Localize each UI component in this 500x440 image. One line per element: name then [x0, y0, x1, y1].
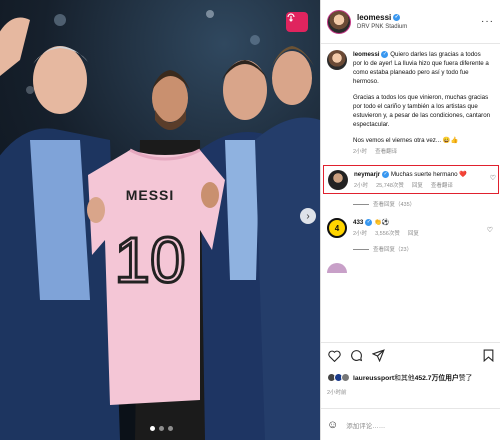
post-photo: MESSI 10 › — [0, 0, 320, 440]
action-bar — [321, 342, 500, 368]
caption-username[interactable]: leomessi — [353, 51, 379, 58]
comment-neymarjr: neymarjr ✓ Muchas suerte hermano ❤️ 2小时 2… — [323, 165, 499, 194]
author-avatar[interactable] — [327, 50, 347, 70]
jersey-number: 10 — [114, 224, 185, 296]
add-comment-bar: ☺ 添加评论…… — [321, 408, 500, 440]
add-comment-input[interactable]: 添加评论…… — [346, 420, 385, 430]
comment-time[interactable]: 2小时 — [353, 230, 367, 239]
author-username[interactable]: leomessi — [357, 13, 391, 22]
comment-like-icon[interactable]: ♡ — [490, 174, 496, 182]
translate-link[interactable]: 查看翻译 — [375, 148, 397, 157]
verified-icon: ✓ — [393, 14, 401, 22]
caption-paragraph: Nos vemos el viernes otra vez... 😄👍 — [353, 137, 459, 144]
comment-username[interactable]: neymarjr — [354, 171, 380, 178]
carousel-dot — [159, 426, 164, 431]
comments-list: leomessi ✓ Quiero darles las gracias a to… — [321, 44, 500, 336]
share-icon[interactable] — [371, 349, 385, 363]
caption: leomessi ✓ Quiero darles las gracias a to… — [327, 50, 495, 157]
verified-icon: ✓ — [365, 218, 373, 226]
likes-count[interactable]: 452.7万位用户 — [415, 375, 459, 382]
bookmark-icon[interactable] — [481, 349, 495, 363]
comment-text: Muchas suerte hermano — [390, 171, 458, 178]
comment-icon[interactable] — [349, 349, 363, 363]
heart-icon[interactable] — [327, 349, 341, 363]
emoji-icon[interactable]: ☺ — [327, 419, 338, 431]
likes-joiner: 和其他 — [394, 375, 415, 382]
commenter-avatar[interactable] — [328, 170, 348, 190]
likes-suffix: 赞了 — [458, 375, 473, 382]
carousel-dot — [150, 426, 155, 431]
carousel-dot — [168, 426, 173, 431]
replies-divider — [353, 248, 369, 250]
likes-summary: laureussport和其他452.7万位用户赞了 — [327, 372, 472, 382]
liker-avatar — [341, 372, 350, 382]
next-photo-button[interactable]: › — [300, 208, 316, 224]
photo-illustration: MESSI 10 — [0, 10, 320, 440]
post-location[interactable]: DRV PNK Stadium — [357, 24, 407, 30]
post-time[interactable]: 2小时前 — [327, 388, 347, 396]
comment-text: 👏⚽ — [374, 219, 390, 226]
comment-433: 4 433 ✓ 👏⚽ 2小时 3,556次赞 回复 ♡ — [327, 218, 495, 239]
likes-username[interactable]: laureussport — [353, 375, 394, 382]
commenter-avatar[interactable] — [327, 263, 347, 273]
comment-likes[interactable]: 25,748次赞 — [376, 182, 404, 191]
reply-button[interactable]: 回复 — [408, 230, 419, 239]
comment-like-icon[interactable]: ♡ — [487, 226, 493, 234]
chevron-right-icon: › — [306, 210, 310, 222]
comment-time[interactable]: 2小时 — [354, 182, 368, 191]
comment-username[interactable]: 433 — [353, 219, 363, 226]
author-avatar[interactable] — [327, 9, 351, 34]
save-icon — [287, 13, 295, 22]
post-panel: leomessi ✓ DRV PNK Stadium ··· leomessi ✓ … — [320, 0, 500, 440]
comment-likes[interactable]: 3,556次赞 — [375, 230, 400, 239]
red-heart-emoji: ❤️ — [459, 171, 468, 178]
verified-icon: ✓ — [382, 170, 390, 178]
reply-button[interactable]: 回复 — [412, 182, 423, 191]
save-to-pinterest-button[interactable] — [286, 12, 308, 32]
caption-paragraph: Gracias a todos los que vinieron, muchas… — [353, 94, 491, 128]
view-replies-link[interactable]: 查看回复（435） — [353, 200, 495, 208]
comment-partial — [327, 263, 495, 273]
commenter-avatar[interactable]: 4 — [327, 218, 347, 238]
replies-divider — [353, 203, 369, 205]
caption-time[interactable]: 2小时 — [353, 148, 367, 157]
view-replies-label: 查看回复（23） — [373, 247, 413, 253]
translate-link[interactable]: 查看翻译 — [431, 182, 453, 191]
view-replies-label: 查看回复（435） — [373, 202, 416, 208]
view-replies-link[interactable]: 查看回复（23） — [353, 245, 495, 253]
carousel-dots — [150, 426, 173, 431]
post-header: leomessi ✓ DRV PNK Stadium ··· — [321, 0, 500, 44]
verified-icon: ✓ — [381, 50, 389, 58]
more-options-icon[interactable]: ··· — [481, 16, 494, 27]
jersey-name: MESSI — [126, 187, 175, 203]
